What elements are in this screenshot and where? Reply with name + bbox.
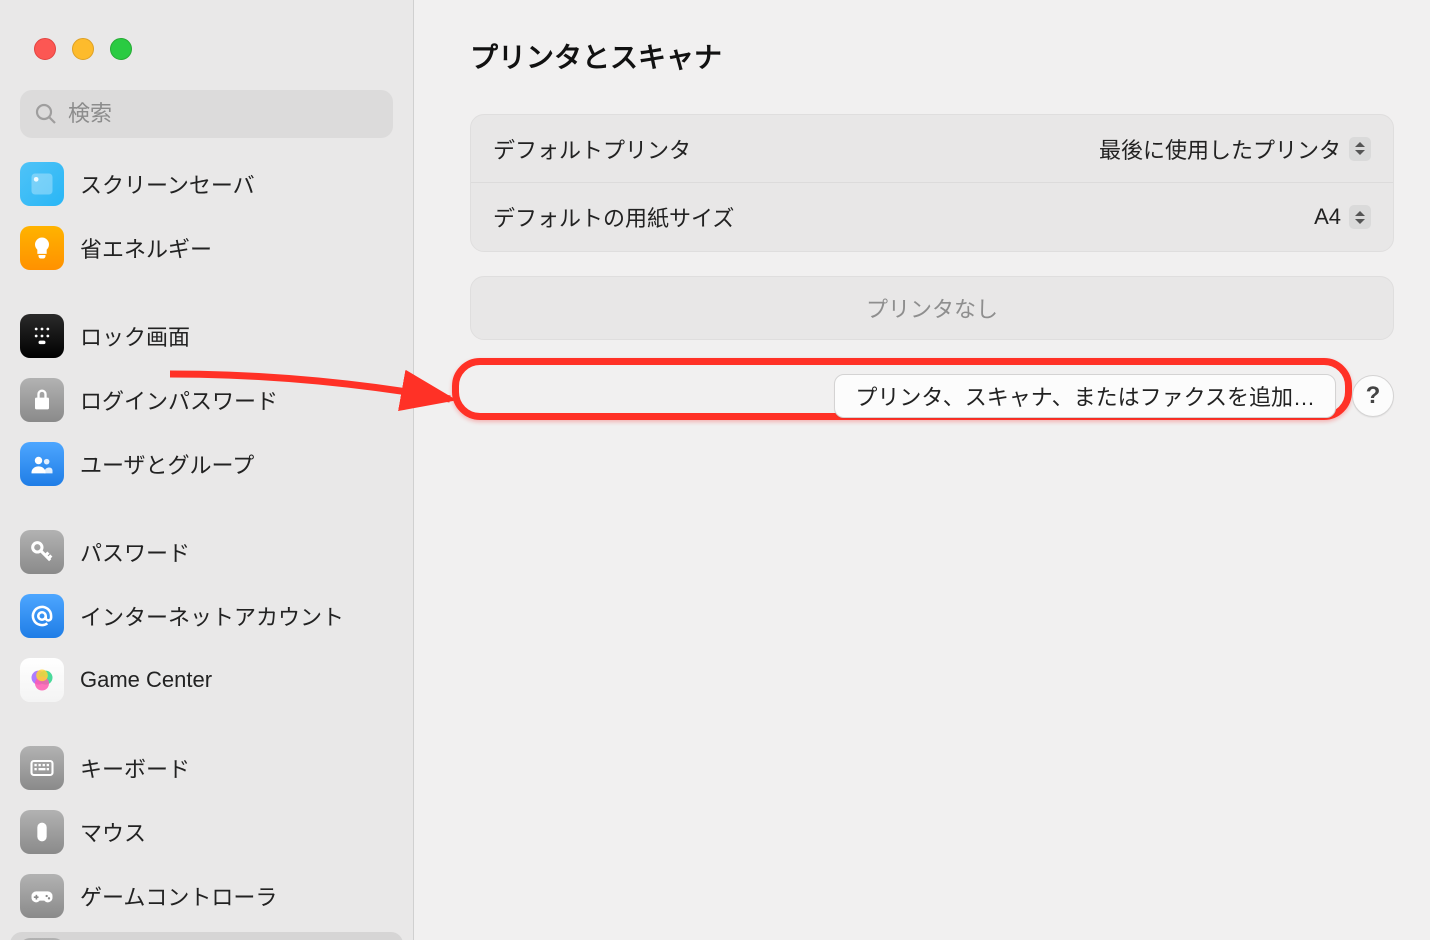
sidebar-nav: スクリーンセーバ 省エネルギー ロック画面 ログインパスワード	[0, 152, 413, 940]
gamecenter-icon	[20, 658, 64, 702]
window-controls	[0, 38, 413, 90]
sidebar-item-label: ユーザとグループ	[80, 448, 254, 480]
add-printer-button[interactable]: プリンタ、スキャナ、またはファクスを追加…	[834, 374, 1336, 418]
sidebar-item-label: 省エネルギー	[80, 232, 212, 264]
search-box[interactable]	[20, 90, 393, 138]
sidebar-item-screensaver[interactable]: スクリーンセーバ	[10, 156, 403, 212]
add-row: プリンタ、スキャナ、またはファクスを追加… ?	[470, 374, 1394, 418]
users-icon	[20, 442, 64, 486]
sidebar-item-gamecontrollers[interactable]: ゲームコントローラ	[10, 868, 403, 924]
close-button[interactable]	[34, 38, 56, 60]
search-input[interactable]	[68, 101, 379, 127]
default-printer-dropdown[interactable]: 最後に使用したプリンタ	[1099, 133, 1371, 165]
key-icon	[20, 530, 64, 574]
sidebar-item-passwords[interactable]: パスワード	[10, 524, 403, 580]
dropdown-value: A4	[1314, 204, 1341, 230]
sidebar-item-label: ロック画面	[80, 320, 190, 352]
page-title: プリンタとスキャナ	[470, 36, 1394, 76]
sidebar-item-label: スクリーンセーバ	[80, 168, 255, 200]
sidebar-item-lockscreen[interactable]: ロック画面	[10, 308, 403, 364]
settings-panel: デフォルトプリンタ 最後に使用したプリンタ デフォルトの用紙サイズ A4	[470, 114, 1394, 252]
mouse-icon	[20, 810, 64, 854]
sidebar: スクリーンセーバ 省エネルギー ロック画面 ログインパスワード	[0, 0, 414, 940]
controller-icon	[20, 874, 64, 918]
sidebar-item-keyboard[interactable]: キーボード	[10, 740, 403, 796]
at-icon	[20, 594, 64, 638]
dropdown-value: 最後に使用したプリンタ	[1099, 133, 1341, 165]
sidebar-item-gamecenter[interactable]: Game Center	[10, 652, 403, 708]
screensaver-icon	[20, 162, 64, 206]
sidebar-item-label: パスワード	[80, 536, 190, 568]
row-label: デフォルトの用紙サイズ	[493, 201, 734, 233]
main-content: プリンタとスキャナ デフォルトプリンタ 最後に使用したプリンタ デフォルトの用紙…	[414, 0, 1430, 940]
search-icon	[34, 102, 58, 126]
row-label: デフォルトプリンタ	[493, 133, 691, 165]
fullscreen-button[interactable]	[110, 38, 132, 60]
sidebar-item-mouse[interactable]: マウス	[10, 804, 403, 860]
empty-state-label: プリンタなし	[866, 292, 998, 324]
default-paper-dropdown[interactable]: A4	[1314, 204, 1371, 230]
sidebar-item-internetaccounts[interactable]: インターネットアカウント	[10, 588, 403, 644]
padlock-icon	[20, 378, 64, 422]
sidebar-item-label: マウス	[80, 816, 146, 848]
sidebar-item-label: Game Center	[80, 667, 212, 693]
keyboard-icon	[20, 746, 64, 790]
sidebar-item-energy[interactable]: 省エネルギー	[10, 220, 403, 276]
sidebar-item-loginpassword[interactable]: ログインパスワード	[10, 372, 403, 428]
printer-list: プリンタなし	[470, 276, 1394, 340]
updown-icon	[1349, 137, 1371, 161]
sidebar-item-label: インターネットアカウント	[80, 600, 344, 632]
row-default-paper: デフォルトの用紙サイズ A4	[471, 183, 1393, 251]
sidebar-item-label: キーボード	[80, 752, 190, 784]
help-button[interactable]: ?	[1352, 375, 1394, 417]
sidebar-item-label: ログインパスワード	[80, 384, 278, 416]
sidebar-item-usersgroups[interactable]: ユーザとグループ	[10, 436, 403, 492]
lightbulb-icon	[20, 226, 64, 270]
sidebar-item-label: ゲームコントローラ	[80, 880, 277, 912]
minimize-button[interactable]	[72, 38, 94, 60]
updown-icon	[1349, 205, 1371, 229]
lock-icon	[20, 314, 64, 358]
sidebar-item-printers[interactable]: プリンタとスキャナ	[10, 932, 403, 940]
row-default-printer: デフォルトプリンタ 最後に使用したプリンタ	[471, 115, 1393, 183]
